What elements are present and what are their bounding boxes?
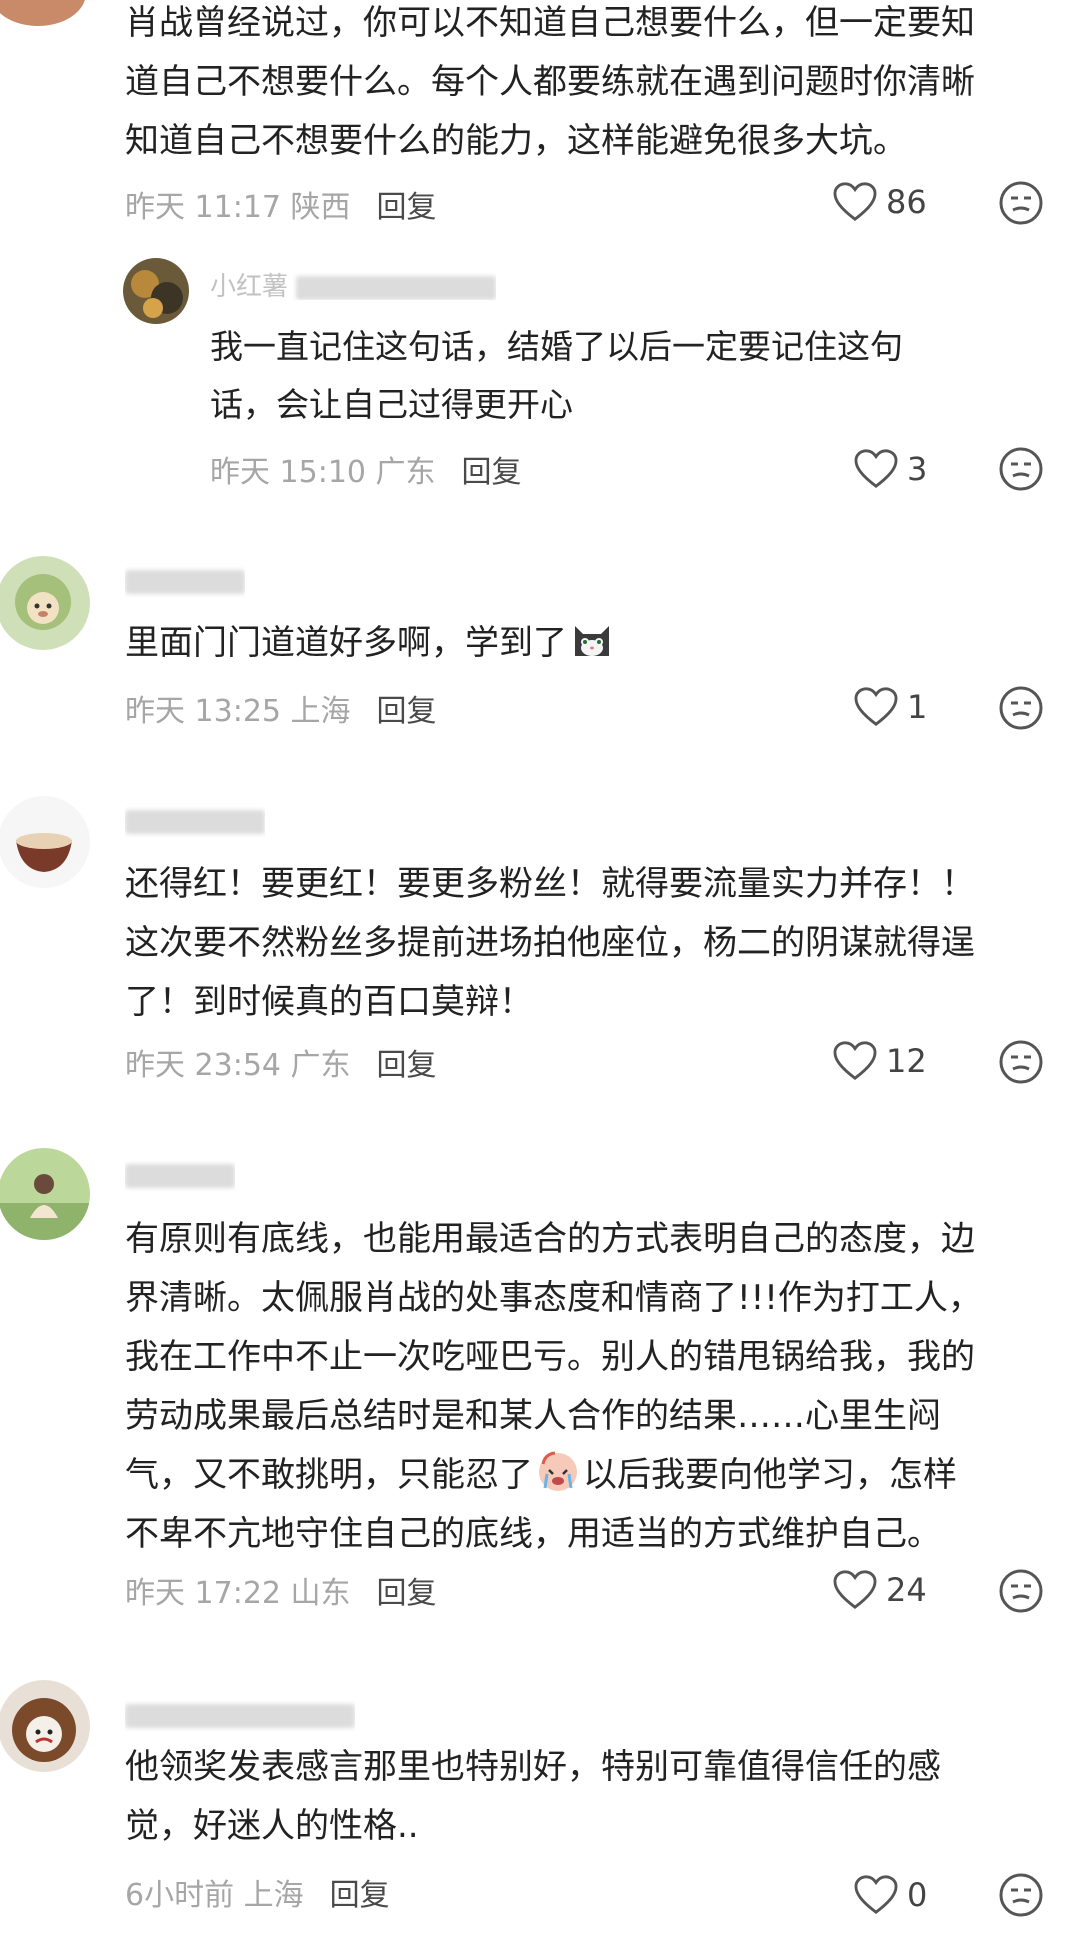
username[interactable] [125, 566, 245, 600]
comment-text: 我一直记住这句话，结婚了以后一定要记住这句 话，会让自己过得更开心 [210, 327, 903, 424]
unamused-face-icon[interactable] [998, 1039, 1044, 1085]
avatar[interactable] [0, 1148, 90, 1240]
avatar[interactable] [0, 556, 90, 650]
avatar[interactable] [0, 0, 86, 26]
reply-button[interactable]: 回复 [462, 455, 522, 490]
comment-text: 里面门门道道好多啊，学到了 [125, 614, 617, 673]
cat-emoji [575, 626, 609, 656]
like-count: 0 [907, 1876, 928, 1914]
comment-meta: 昨天 13:25 上海 回复 [125, 686, 437, 730]
heart-outline-icon [833, 1570, 877, 1609]
like-button[interactable]: 12 [832, 1036, 927, 1086]
redacted-username [125, 569, 245, 594]
like-count: 86 [886, 183, 927, 221]
comment-time: 6小时前 上海 [125, 1878, 304, 1913]
crying-emoji [539, 1451, 577, 1491]
comment-meta: 昨天 17:22 山东 回复 [125, 1568, 437, 1612]
redacted-username [296, 275, 497, 300]
unamused-face-icon[interactable] [998, 446, 1044, 492]
redacted-username [125, 1703, 355, 1728]
comment-meta: 昨天 23:54 广东 回复 [125, 1040, 437, 1084]
comment-text: 还得红！要更红！要更多粉丝！就得要流量实力并存！！ 这次要不然粉丝多提前进场拍他… [125, 864, 975, 1022]
heart-outline-icon [854, 687, 898, 726]
heart-outline-icon [854, 449, 898, 488]
like-button[interactable]: 86 [832, 177, 927, 227]
comment-meta: 昨天 11:17 陕西 回复 [125, 182, 437, 226]
comment-time: 昨天 11:17 陕西 [125, 190, 351, 225]
like-button[interactable]: 1 [853, 682, 927, 732]
reply-button[interactable]: 回复 [377, 694, 437, 729]
like-count: 24 [886, 1571, 927, 1609]
unamused-face-icon[interactable] [998, 180, 1044, 226]
heart-outline-icon [833, 1041, 877, 1080]
heart-outline-icon [854, 1875, 898, 1914]
like-count: 12 [886, 1042, 927, 1080]
unamused-face-icon[interactable] [998, 685, 1044, 731]
avatar[interactable] [123, 258, 189, 324]
username[interactable] [125, 1700, 355, 1734]
heart-outline-icon [833, 182, 877, 221]
unamused-face-icon[interactable] [998, 1872, 1044, 1918]
avatar[interactable] [0, 796, 90, 888]
comment-text: 有原则有底线，也能用最适合的方式表明自己的态度，边 界清晰。太佩服肖战的处事态度… [125, 1219, 982, 1554]
comment-meta: 6小时前 上海 回复 [125, 1870, 390, 1914]
redacted-username [125, 809, 265, 834]
reply-button[interactable]: 回复 [377, 1576, 437, 1611]
reply-button[interactable]: 回复 [377, 190, 437, 225]
unamused-face-icon[interactable] [998, 1568, 1044, 1614]
like-button[interactable]: 24 [832, 1565, 927, 1615]
like-button[interactable]: 3 [853, 444, 927, 494]
like-count: 1 [907, 688, 928, 726]
comment-meta: 昨天 15:10 广东 回复 [210, 447, 522, 491]
reply-button[interactable]: 回复 [377, 1048, 437, 1083]
username[interactable]: 小红薯 [210, 266, 497, 300]
username[interactable] [125, 806, 265, 840]
username[interactable] [125, 1160, 235, 1194]
reply-button[interactable]: 回复 [330, 1878, 390, 1913]
avatar[interactable] [0, 1680, 90, 1772]
comment-text: 他领奖发表感言那里也特别好，特别可靠值得信任的感 觉，好迷人的性格.. [125, 1747, 941, 1846]
like-count: 3 [907, 450, 928, 488]
comment-time: 昨天 15:10 广东 [210, 455, 436, 490]
like-button[interactable]: 0 [853, 1870, 927, 1920]
comment-time: 昨天 23:54 广东 [125, 1048, 351, 1083]
redacted-username [125, 1163, 235, 1188]
comment-time: 昨天 13:25 上海 [125, 694, 351, 729]
comment-text: 肖战曾经说过，你可以不知道自己想要什么，但一定要知 道自己不想要什么。每个人都要… [125, 3, 975, 161]
comment-time: 昨天 17:22 山东 [125, 1576, 351, 1611]
